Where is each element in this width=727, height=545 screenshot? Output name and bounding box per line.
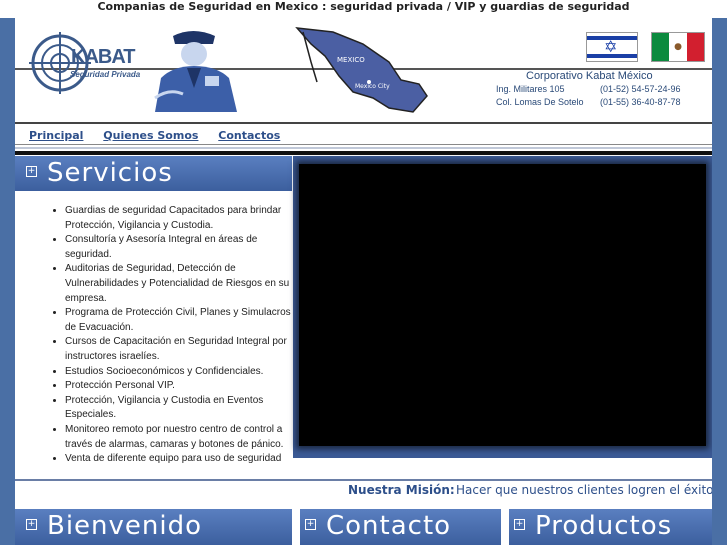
address-line-1: Ing. Militares 105: [496, 84, 565, 94]
site-title-bar: Companias de Seguridad en Mexico : segur…: [0, 0, 727, 18]
israel-flag-icon: ✡: [586, 32, 638, 62]
service-item: Protección, Vigilancia y Custodia en Eve…: [65, 394, 291, 423]
mission-ticker: Nuestra Misión: Hacer que nuestros clien…: [15, 479, 712, 499]
servicios-header: + Servicios: [15, 156, 292, 191]
service-item: Consultoría y Asesoría Integral en áreas…: [65, 233, 291, 262]
nav-rule-2: [15, 147, 712, 149]
logo-tagline: Seguridad Privada: [70, 70, 141, 79]
service-item: Estudios Socioeconómicos y Confidenciale…: [65, 365, 291, 380]
nav-quienes-somos-link[interactable]: Quienes Somos: [103, 129, 198, 142]
expand-plus-icon: +: [26, 519, 37, 530]
service-item: Protección Personal VIP.: [65, 379, 291, 394]
section-contacto-title: Contacto: [326, 511, 452, 541]
section-bienvenido[interactable]: + Bienvenido: [15, 509, 292, 545]
nav-rule-1: [15, 144, 712, 145]
logo-brand: KABAT: [71, 46, 136, 68]
corporate-name: Corporativo Kabat México: [526, 70, 653, 82]
expand-plus-icon: +: [26, 166, 37, 177]
expand-plus-icon: +: [305, 519, 316, 530]
nav-contactos-link[interactable]: Contactos: [218, 129, 280, 142]
phone-2: (01-55) 36-40-87-78: [600, 97, 681, 107]
site-title: Companias de Seguridad en Mexico : segur…: [97, 0, 630, 13]
main-nav: Principal Quienes Somos Contactos: [29, 129, 296, 142]
service-item: Venta de diferente equipo para uso de se…: [65, 452, 291, 467]
mission-label: Nuestra Misión:: [348, 483, 455, 497]
section-productos-title: Productos: [535, 511, 673, 541]
security-guard-image: [154, 31, 237, 112]
service-item: Cursos de Capacitación en Seguridad Inte…: [65, 335, 291, 364]
services-list: Guardias de seguridad Capacitados para b…: [51, 204, 291, 467]
nav-rule-3: [15, 151, 712, 155]
section-productos[interactable]: + Productos: [509, 509, 712, 545]
header-banner: KABAT Seguridad Privada MEXICO Mexico Ci…: [15, 18, 712, 120]
service-item: Auditorias de Seguridad, Detección de Vu…: [65, 262, 291, 306]
servicios-title: Servicios: [47, 158, 173, 188]
service-item: Programa de Protección Civil, Planes y S…: [65, 306, 291, 335]
page-container: KABAT Seguridad Privada MEXICO Mexico Ci…: [15, 18, 712, 545]
address-line-2: Col. Lomas De Sotelo: [496, 97, 584, 107]
nav-top-rule: [15, 122, 712, 124]
mission-text: Hacer que nuestros clientes logren el éx…: [456, 483, 712, 497]
map-country-label: MEXICO: [337, 56, 365, 64]
map-city-label: Mexico City: [355, 83, 390, 90]
service-item: Monitoreo remoto por nuestro centro de c…: [65, 423, 291, 452]
video-player[interactable]: [299, 164, 706, 446]
video-panel: [293, 156, 712, 458]
mexico-flag-icon: ●: [651, 32, 705, 62]
mexico-map-image: MEXICO Mexico City: [295, 27, 428, 113]
section-contacto[interactable]: + Contacto: [300, 509, 501, 545]
nav-principal-link[interactable]: Principal: [29, 129, 83, 142]
phone-1: (01-52) 54-57-24-96: [600, 84, 681, 94]
service-item: Guardias de seguridad Capacitados para b…: [65, 204, 291, 233]
section-bienvenido-title: Bienvenido: [47, 511, 203, 541]
expand-plus-icon: +: [514, 519, 525, 530]
